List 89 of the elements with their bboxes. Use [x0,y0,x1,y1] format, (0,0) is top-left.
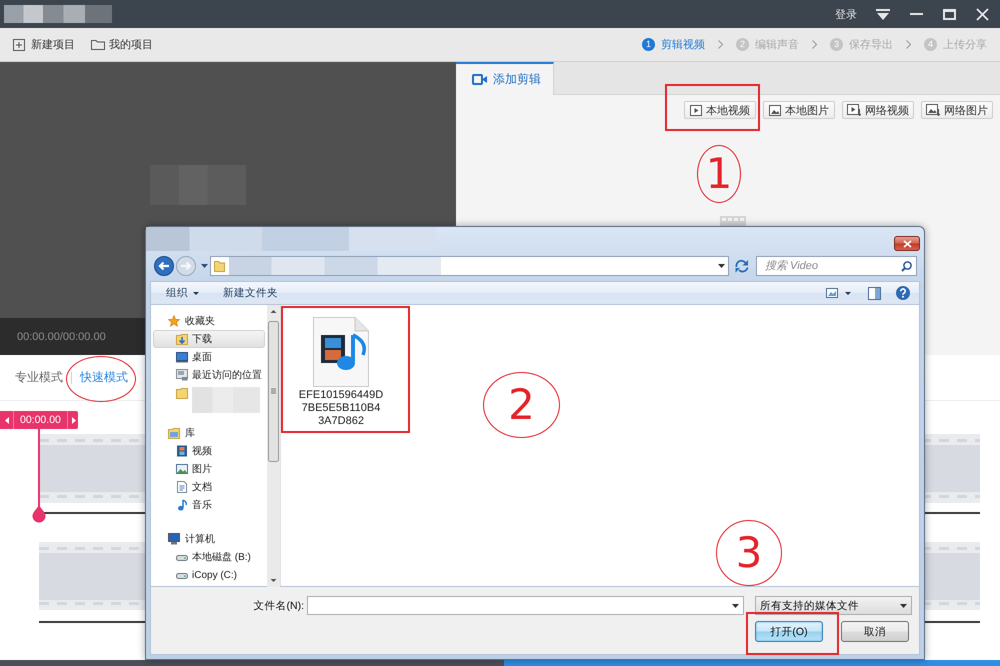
menu-button[interactable]: 组织 [166,286,199,300]
step-number: 3 [830,38,843,51]
help-icon[interactable] [896,286,910,300]
address-field[interactable] [210,256,729,276]
video-download-icon [847,104,861,116]
music-note-icon [176,499,188,511]
field-label: 文件名(N): [254,598,304,612]
image-icon [769,104,781,116]
close-button[interactable] [894,236,920,251]
nav-item[interactable]: 下载 [153,330,265,348]
caret-down-icon[interactable] [845,292,851,294]
nav-item[interactable]: 视频 [153,442,265,460]
dialog-button[interactable]: 打开(O) [755,621,823,642]
step-number: 2 [736,38,749,51]
chevron-right-icon [906,40,911,49]
import-button[interactable]: 本地图片 [763,101,835,119]
monitor-icon [176,351,188,363]
caret-down-icon[interactable] [718,264,725,268]
playhead-time: 00:00.00 [20,414,61,426]
download-folder-icon [176,333,188,345]
view-icon[interactable] [826,288,838,298]
nav-item[interactable]: iCopy (C:) [153,566,265,584]
nav-group[interactable]: 收藏夹 [151,312,265,330]
add-icon [13,38,25,50]
document-icon [176,481,188,493]
star-icon [168,315,180,327]
folder-icon [176,387,188,399]
nav-group[interactable]: 库 [151,424,265,442]
annotation-number: 3 [716,520,782,586]
step-number: 1 [642,38,655,51]
login-link[interactable]: 登录 [835,6,857,22]
close-icon [902,240,912,248]
nav-group[interactable]: 计算机 [151,530,265,548]
step-tab[interactable]: 1 剪辑视频 [642,37,705,52]
folder-icon [214,260,225,272]
import-button[interactable]: 网络视频 [842,101,914,119]
playhead[interactable] [32,429,46,523]
film-icon [176,445,188,457]
maximize-icon[interactable] [943,8,956,20]
nav-item[interactable]: 文档 [153,478,265,496]
mode-tab[interactable]: 快速模式 [80,369,128,386]
picture-icon [176,463,188,475]
blurred-label [192,387,260,413]
import-button[interactable]: 本地视频 [684,101,756,119]
annotation-ellipse [66,356,136,402]
file-type-value: 所有支持的媒体文件 [760,598,859,612]
dialog-button[interactable]: 取消 [841,621,909,642]
computer-icon [168,533,180,545]
caret-down-icon[interactable] [201,264,208,268]
import-button[interactable]: 网络图片 [921,101,993,119]
caret-right-icon [72,416,76,424]
close-icon[interactable] [976,8,989,20]
file-item[interactable]: EFE101596449D7BE5E5B110B43A7D862 [298,316,384,429]
library-folder-icon [168,427,180,439]
nav-item[interactable]: 音乐 [153,496,265,514]
annotation-number: 1 [697,145,741,203]
preview-pane-icon[interactable] [868,286,881,300]
nav-item[interactable]: 最近访问的位置 [153,366,265,384]
search-field[interactable]: 搜索 Video [756,256,917,276]
toolbar-button[interactable]: 我的项目 [91,37,153,52]
film-icon [720,216,746,226]
caret-left-icon [5,416,9,424]
step-number: 4 [924,38,937,51]
image-download-icon [926,104,940,116]
file-type-dropdown[interactable]: 所有支持的媒体文件 [755,596,912,615]
nav-item[interactable]: 本地磁盘 (B:) [153,548,265,566]
caret-down-icon [193,292,199,294]
video-camera-icon [472,74,487,85]
dropdown-icon[interactable] [876,8,890,20]
nav-item[interactable]: 图片 [153,460,265,478]
caret-down-icon [900,604,907,608]
annotation-number: 2 [483,372,560,438]
chevron-right-icon [718,40,723,49]
nav-item[interactable]: 桌面 [153,348,265,366]
toolbar-button[interactable]: 新建项目 [13,37,75,52]
back-icon[interactable] [154,256,174,276]
file-name-field[interactable] [307,596,744,615]
toolbar-button[interactable]: 新建文件夹 [223,286,278,300]
time-label: 00:00.00/00:00.00 [17,330,106,342]
window-icon [176,369,188,381]
panel-tab[interactable]: 添加剪辑 [456,62,554,95]
mode-tab[interactable]: 专业模式 [15,369,63,386]
chevron-right-icon [812,40,817,49]
refresh-icon[interactable] [734,259,750,273]
media-file-icon [313,317,369,387]
time-badge[interactable]: 00:00.00 [0,411,78,429]
scrollbar[interactable] [267,305,280,587]
folder-icon [91,39,105,50]
video-icon [690,104,702,116]
